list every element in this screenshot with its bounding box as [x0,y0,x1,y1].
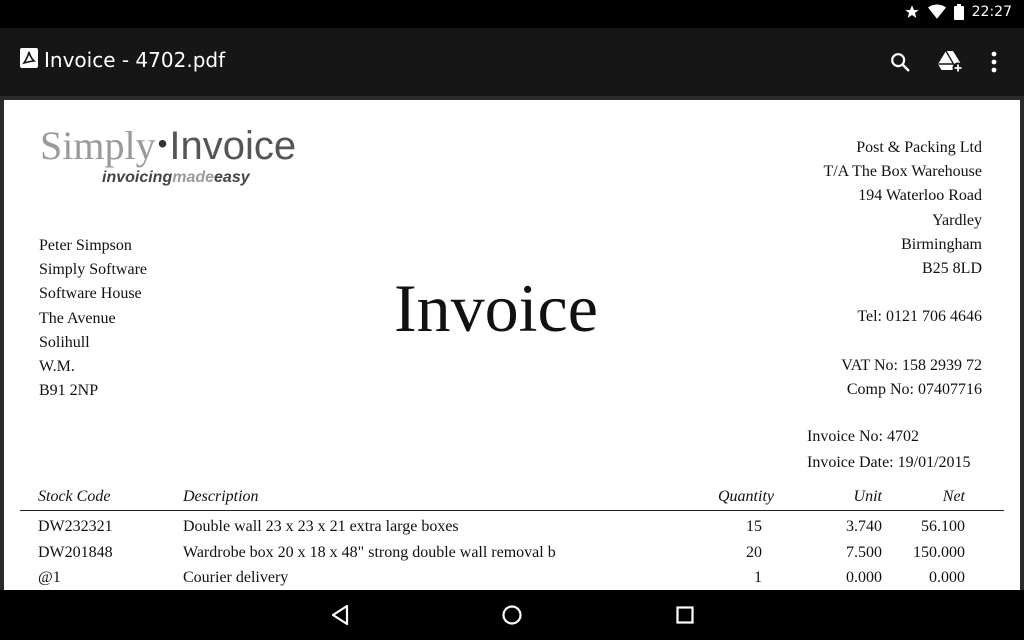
cell-unit: 3.740 [846,518,882,535]
col-unit: Unit [853,488,882,505]
app-title-wrap: Invoice - 4702.pdf [20,48,225,72]
logo-tag-easy: easy [214,169,250,186]
home-icon [502,605,522,625]
pdf-page: Simply•Invoice invoicingmadeeasy Peter S… [4,100,1020,590]
logo-simply: Simply [40,123,156,168]
back-icon [331,604,349,626]
invoice-number: Invoice No: 4702 [807,428,919,445]
cell-unit: 7.500 [846,543,882,561]
col-quantity: Quantity [718,488,774,505]
seller-vat: VAT No: 158 2939 72 [841,356,982,374]
logo-invoice: Invoice [169,124,297,168]
cell-unit: 0.000 [846,569,882,586]
customer-address-line: Peter Simpson [39,237,132,254]
company-logo: Simply•Invoice invoicingmadeeasy [40,122,330,192]
clock-time: 22:27 [971,4,1012,20]
cell-quantity: 15 [746,518,762,535]
cell-net: 0.000 [929,569,965,586]
seller-address-line: Birmingham [901,235,982,253]
table-row: DW201848 Wardrobe box 20 x 18 x 48" stro… [20,544,1004,570]
seller-comp: Comp No: 07407716 [846,381,982,398]
customer-address: Peter Simpson Simply Software Software H… [39,234,147,403]
logo-dot: • [157,128,168,159]
cell-net: 150.000 [913,543,965,561]
star-icon [904,4,920,20]
cell-description: Wardrobe box 20 x 18 x 48" strong double… [183,543,556,561]
col-net: Net [942,488,965,505]
col-stock-code: Stock Code [38,488,111,505]
recents-button[interactable] [673,603,697,627]
cell-description: Courier delivery [183,569,289,586]
status-icons: 22:27 [904,4,1012,20]
recents-icon [676,606,694,624]
app-bar: Invoice - 4702.pdf [0,28,1024,96]
customer-address-line: Software House [39,285,142,303]
search-button[interactable] [886,48,914,76]
back-button[interactable] [328,603,352,627]
table-header: Stock Code Description Quantity Unit Net [20,484,1004,511]
seller-tel: Tel: 0121 706 4646 [857,308,982,326]
cell-stock-code: DW201848 [38,543,113,561]
cell-description: Double wall 23 x 23 x 21 extra large box… [183,518,459,535]
search-icon [891,53,910,72]
seller-details: Post & Packing Ltd T/A The Box Warehouse… [823,136,982,402]
system-nav-bar [0,590,1024,640]
home-button[interactable] [500,603,524,627]
add-to-drive-button[interactable] [937,48,965,76]
customer-address-line: Solihull [39,333,90,351]
logo-wordmark: Simply•Invoice [40,122,296,174]
document-viewer[interactable]: Simply•Invoice invoicingmadeeasy Peter S… [0,96,1024,590]
document-title: Invoice - 4702.pdf [44,48,226,72]
customer-address-line: B91 2NP [39,382,99,400]
cell-stock-code: @1 [38,569,61,586]
seller-address-line: T/A The Box Warehouse [823,163,982,181]
invoice-heading: Invoice [394,270,598,346]
overflow-menu-button[interactable] [980,48,1008,76]
more-vert-icon [991,51,997,73]
seller-address-line: Yardley [932,211,982,229]
invoice-meta: Invoice No: 4702 Invoice Date: 19/01/201… [807,424,971,476]
drive-add-icon [938,50,964,74]
cell-net: 56.100 [921,518,965,535]
cell-stock-code: DW232321 [38,518,113,535]
table-row: @1 Courier delivery 1 0.000 0.000 [20,569,1004,590]
battery-icon [953,4,964,20]
seller-address-line: B25 8LD [922,260,982,278]
seller-address-line: 194 Waterloo Road [858,187,982,205]
col-description: Description [183,488,259,505]
customer-address-line: W.M. [39,358,75,376]
logo-tag-invoicing: invoicing [102,169,173,186]
logo-tagline: invoicingmadeeasy [102,169,250,187]
line-items: DW232321 Double wall 23 x 23 x 21 extra … [20,518,1004,590]
table-row: DW232321 Double wall 23 x 23 x 21 extra … [20,518,1004,544]
logo-tag-made: made [172,169,215,186]
status-bar: 22:27 [0,0,1024,28]
wifi-icon [927,4,946,20]
customer-address-line: The Avenue [39,309,116,327]
cell-quantity: 1 [754,569,762,586]
cell-quantity: 20 [746,543,762,561]
seller-address-line: Post & Packing Ltd [856,139,982,156]
customer-address-line: Simply Software [39,261,147,279]
pdf-icon [20,48,38,72]
invoice-date: Invoice Date: 19/01/2015 [807,454,971,471]
